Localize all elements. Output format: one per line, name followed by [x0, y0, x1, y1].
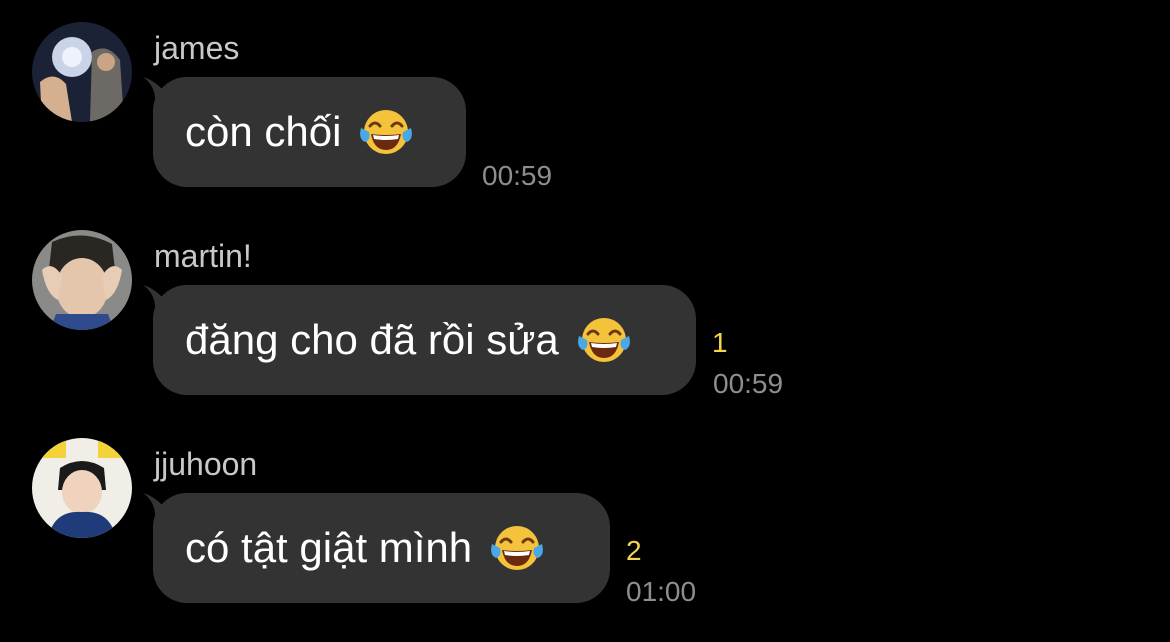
message-bubble[interactable]: còn chối — [153, 77, 466, 187]
avatar[interactable] — [32, 438, 132, 538]
face-with-tears-of-joy-icon — [575, 314, 633, 366]
unread-count: 1 — [712, 327, 728, 358]
sender-name: james — [154, 30, 240, 66]
face-with-tears-of-joy-icon — [488, 522, 546, 574]
unread-count: 2 — [626, 535, 642, 566]
timestamp: 01:00 — [626, 576, 697, 607]
face-with-tears-of-joy-icon — [357, 106, 415, 158]
message-text: còn chối — [185, 108, 342, 155]
message-bubble[interactable]: đăng cho đã rồi sửa — [153, 285, 696, 395]
sender-name: jjuhoon — [154, 446, 258, 482]
avatar[interactable] — [32, 22, 132, 122]
message-text: có tật giật mình — [185, 524, 473, 571]
timestamp: 00:59 — [713, 368, 784, 399]
bubble-tail — [143, 285, 173, 313]
message-text: đăng cho đã rồi sửa — [185, 316, 559, 363]
bubble-tail — [143, 493, 173, 521]
message-bubble[interactable]: có tật giật mình — [153, 493, 610, 603]
timestamp: 00:59 — [482, 160, 553, 191]
bubble-tail — [143, 77, 173, 105]
avatar[interactable] — [32, 230, 132, 330]
sender-name: martin! — [154, 238, 252, 274]
